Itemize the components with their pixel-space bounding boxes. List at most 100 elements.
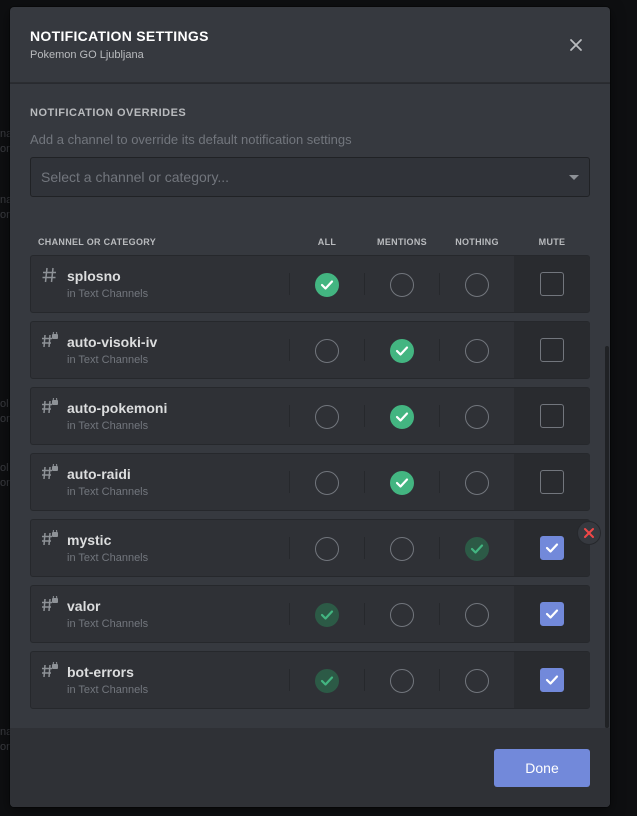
channel-name: auto-pokemoni	[67, 400, 168, 416]
background-text-fragment: na	[0, 194, 10, 206]
mute-checkbox[interactable]	[540, 272, 564, 296]
column-divider	[289, 603, 290, 625]
channel-category: in Text Channels	[67, 486, 149, 498]
background-text-fragment: ol	[0, 462, 9, 474]
column-divider	[364, 273, 365, 295]
channel-category: in Text Channels	[67, 288, 149, 300]
radio-nothing[interactable]	[465, 537, 489, 561]
modal-title: NOTIFICATION SETTINGS	[30, 28, 209, 44]
column-divider	[289, 537, 290, 559]
mute-checkbox[interactable]	[540, 470, 564, 494]
mute-checkbox[interactable]	[540, 338, 564, 362]
radio-mentions[interactable]	[390, 537, 414, 561]
column-header-mentions: MENTIONS	[377, 237, 427, 247]
mute-checkbox[interactable]	[540, 536, 564, 560]
radio-mentions[interactable]	[390, 339, 414, 363]
mute-checkbox[interactable]	[540, 668, 564, 692]
column-divider	[439, 339, 440, 361]
locked-channel-icon	[41, 462, 59, 482]
column-divider	[289, 669, 290, 691]
column-divider	[364, 405, 365, 427]
mute-cell	[514, 256, 590, 312]
settings-scroll-area[interactable]: NOTIFICATION OVERRIDES Add a channel to …	[10, 84, 610, 728]
radio-all[interactable]	[315, 405, 339, 429]
radio-mentions[interactable]	[390, 603, 414, 627]
channel-name: auto-raidi	[67, 466, 131, 482]
column-divider	[439, 537, 440, 559]
radio-mentions[interactable]	[390, 273, 414, 297]
modal-header: NOTIFICATION SETTINGS Pokemon GO Ljublja…	[10, 7, 610, 83]
column-divider	[439, 471, 440, 493]
override-row: mystic in Text Channels	[30, 519, 590, 577]
mute-checkbox[interactable]	[540, 404, 564, 428]
column-divider	[439, 405, 440, 427]
locked-channel-icon	[41, 594, 59, 614]
column-divider	[289, 471, 290, 493]
override-row: valor in Text Channels	[30, 585, 590, 643]
radio-all[interactable]	[315, 339, 339, 363]
channel-category: in Text Channels	[67, 552, 149, 564]
radio-mentions[interactable]	[390, 669, 414, 693]
channel-select[interactable]: Select a channel or category...	[30, 157, 590, 197]
notification-settings-modal: NOTIFICATION SETTINGS Pokemon GO Ljublja…	[10, 7, 610, 807]
text-channel-icon	[41, 266, 59, 284]
background-text-fragment: on	[0, 413, 10, 425]
override-row: auto-pokemoni in Text Channels	[30, 387, 590, 445]
radio-mentions[interactable]	[390, 405, 414, 429]
radio-nothing[interactable]	[465, 669, 489, 693]
mute-checkbox[interactable]	[540, 602, 564, 626]
radio-nothing[interactable]	[465, 405, 489, 429]
column-divider	[364, 339, 365, 361]
background-text-fragment: na	[0, 128, 10, 140]
remove-override-button[interactable]	[577, 521, 601, 545]
channel-name: auto-visoki-iv	[67, 334, 158, 350]
section-title: NOTIFICATION OVERRIDES	[30, 107, 187, 119]
override-row: auto-raidi in Text Channels	[30, 453, 590, 511]
background-text-fragment: on	[0, 741, 10, 753]
radio-nothing[interactable]	[465, 339, 489, 363]
mute-cell	[514, 586, 590, 642]
channel-name: mystic	[67, 532, 112, 548]
close-button[interactable]	[566, 35, 586, 55]
radio-all[interactable]	[315, 537, 339, 561]
radio-nothing[interactable]	[465, 603, 489, 627]
section-description: Add a channel to override its default no…	[30, 132, 352, 147]
column-divider	[439, 273, 440, 295]
column-divider	[364, 669, 365, 691]
column-divider	[364, 603, 365, 625]
channel-name: splosno	[67, 268, 121, 284]
background-text-fragment: on	[0, 209, 10, 221]
background-text-fragment: na	[0, 726, 10, 738]
scrollbar-thumb[interactable]	[605, 346, 609, 728]
modal-footer: Done	[10, 728, 610, 807]
mute-cell	[514, 652, 590, 708]
channel-category: in Text Channels	[67, 684, 149, 696]
column-divider	[439, 603, 440, 625]
column-divider	[289, 405, 290, 427]
column-header-mute: MUTE	[538, 237, 566, 247]
mute-cell	[514, 454, 590, 510]
radio-all[interactable]	[315, 273, 339, 297]
channel-category: in Text Channels	[67, 354, 149, 366]
radio-all[interactable]	[315, 471, 339, 495]
override-row: bot-errors in Text Channels	[30, 651, 590, 709]
column-header-all: ALL	[317, 237, 337, 247]
column-divider	[439, 669, 440, 691]
close-icon	[584, 528, 594, 538]
radio-all[interactable]	[315, 603, 339, 627]
done-button[interactable]: Done	[494, 749, 590, 787]
channel-name: valor	[67, 598, 101, 614]
locked-channel-icon	[41, 660, 59, 680]
channel-select-placeholder: Select a channel or category...	[41, 169, 230, 185]
background-text-fragment: ol	[0, 398, 9, 410]
radio-nothing[interactable]	[465, 273, 489, 297]
background-text-fragment: on	[0, 143, 10, 155]
column-header-channel: CHANNEL OR CATEGORY	[38, 237, 157, 247]
channel-name: bot-errors	[67, 664, 134, 680]
radio-all[interactable]	[315, 669, 339, 693]
locked-channel-icon	[41, 330, 59, 350]
radio-nothing[interactable]	[465, 471, 489, 495]
channel-category: in Text Channels	[67, 618, 149, 630]
column-divider	[289, 339, 290, 361]
radio-mentions[interactable]	[390, 471, 414, 495]
